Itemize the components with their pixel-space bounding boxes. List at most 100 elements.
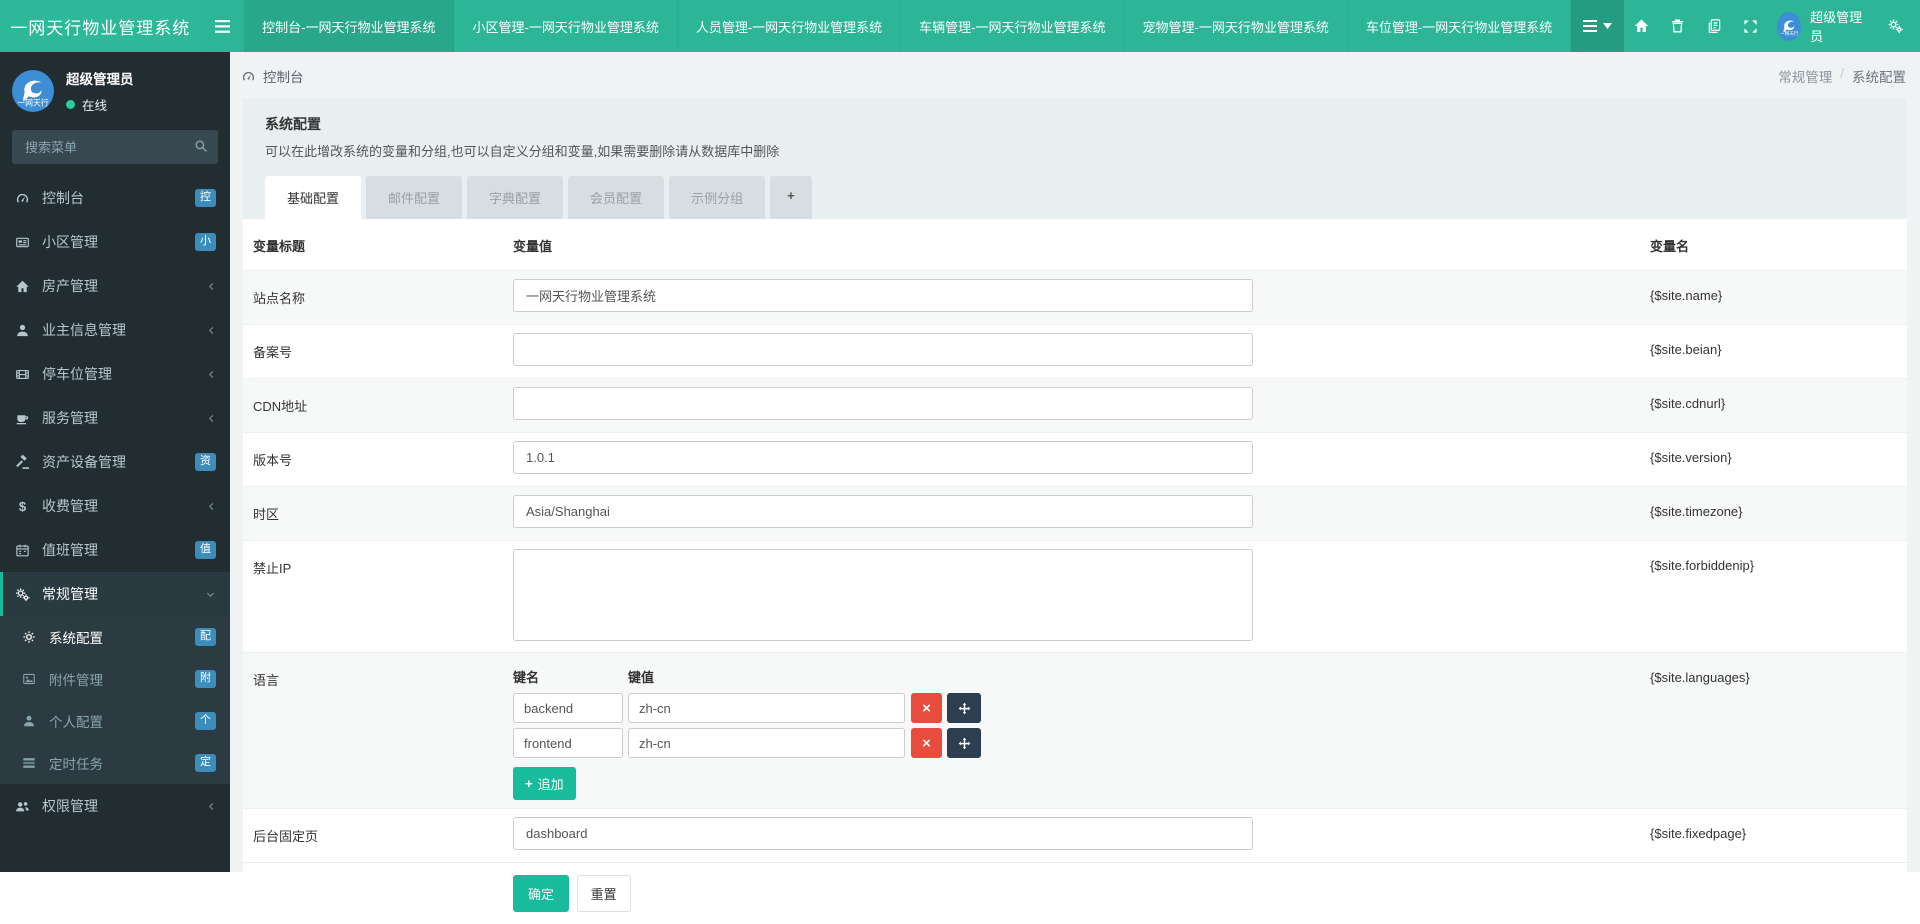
submit-button[interactable]: 确定 [513,875,569,912]
tab-basic-config[interactable]: 基础配置 [265,176,361,219]
menu-badge: 控 [195,189,216,206]
breadcrumb-home[interactable]: 控制台 [263,66,304,86]
window-tab-parking-space[interactable]: 车位管理-一网天行物业管理系统 [1348,0,1571,52]
menu-badge: 配 [195,628,216,645]
panel-heading: 系统配置 可以在此增改系统的变量和分组,也可以自定义分组和变量,如果需要删除请从… [243,98,1907,160]
sidebar-item-duty[interactable]: 值班管理 值 [0,528,230,572]
home-button[interactable] [1624,0,1660,52]
chevron-left-icon [207,325,216,336]
fullscreen-button[interactable] [1732,0,1768,52]
menu-badge: 附 [195,670,216,687]
chevron-down-icon [205,590,216,599]
table-row: 备案号 {$site.beian} [243,325,1907,379]
append-pair-button[interactable]: + 追加 [513,767,576,800]
lang-value-input[interactable] [628,728,905,758]
settings-button[interactable] [1887,18,1904,34]
menu-search-input[interactable] [12,130,218,164]
add-group-tab[interactable]: + [770,176,812,219]
online-dot-icon [66,100,75,109]
sidebar-item-service[interactable]: 服务管理 [0,396,230,440]
sidebar-toggle-button[interactable] [201,0,245,52]
site-name-input[interactable] [513,279,1253,312]
table-row: CDN地址 {$site.cdnurl} [243,379,1907,433]
window-tab-dashboard[interactable]: 控制台-一网天行物业管理系统 [244,0,454,52]
lang-key-input[interactable] [513,728,623,758]
field-label: CDN地址 [243,379,513,433]
sidebar-item-general[interactable]: 常规管理 系统配置 配 附件管理 附 个人配置 个 定时任务 [0,572,230,784]
sidebar-item-dashboard[interactable]: 控制台 控 [0,176,230,220]
window-tab-personnel[interactable]: 人员管理-一网天行物业管理系统 [678,0,901,52]
breadcrumb-left[interactable]: 控制台 [241,66,304,86]
sidebar-user-panel: 一网天行 超级管理员 在线 [0,52,230,128]
user-avatar[interactable]: 一网天行 [1777,12,1801,41]
beian-input[interactable] [513,333,1253,366]
app-brand: 一网天行物业管理系统 [0,0,201,52]
tabs-dropdown-button[interactable] [1571,0,1623,52]
sidebar-item-attachments[interactable]: 附件管理 附 [0,658,230,700]
drag-pair-button[interactable] [947,693,981,723]
config-panel: 系统配置 可以在此增改系统的变量和分组,也可以自定义分组和变量,如果需要删除请从… [243,98,1907,924]
breadcrumb: 常规管理 / 系统配置 [1778,66,1906,86]
sidebar-item-crontab[interactable]: 定时任务 定 [0,742,230,784]
sidebar-item-fees[interactable]: $ 收费管理 [0,484,230,528]
breadcrumb-parent[interactable]: 常规管理 [1778,66,1832,86]
dashboard-icon [15,191,42,206]
top-navbar: 一网天行物业管理系统 控制台-一网天行物业管理系统 小区管理-一网天行物业管理系… [0,0,1920,52]
sidebar-item-system-config[interactable]: 系统配置 配 [0,616,230,658]
users-group-icon [15,799,42,814]
refresh-pages-button[interactable] [1696,0,1732,52]
chevron-left-icon [207,501,216,512]
field-label: 时区 [243,487,513,541]
trash-icon [1670,18,1685,34]
film-icon [15,367,42,382]
timezone-input[interactable] [513,495,1253,528]
window-tab-pet[interactable]: 宠物管理-一网天行物业管理系统 [1125,0,1348,52]
forbidden-ip-textarea[interactable] [513,549,1253,641]
avatar-logo-text: 一网天行 [17,98,49,108]
reset-button[interactable]: 重置 [577,875,631,912]
tab-example-group[interactable]: 示例分组 [669,176,765,219]
tab-member-config[interactable]: 会员配置 [568,176,664,219]
panel-description: 可以在此增改系统的变量和分组,也可以自定义分组和变量,如果需要删除请从数据库中删… [265,141,1885,160]
tab-content: 变量标题 变量值 变量名 站点名称 {$site.name} 备案号 {$sit [243,219,1907,924]
sidebar-item-assets[interactable]: 资产设备管理 资 [0,440,230,484]
table-row: 版本号 {$site.version} [243,433,1907,487]
sidebar-item-property[interactable]: 房产管理 [0,264,230,308]
tasks-icon [22,756,49,770]
sidebar-item-profile-config[interactable]: 个人配置 个 [0,700,230,742]
tab-dictionary-config[interactable]: 字典配置 [467,176,563,219]
dollar-icon: $ [15,499,42,514]
topbar-username[interactable]: 超级管理员 [1810,7,1865,45]
sidebar-item-permissions[interactable]: 权限管理 [0,784,230,828]
variable-name: {$site.fixedpage} [1650,809,1907,863]
sidebar-item-parking[interactable]: 停车位管理 [0,352,230,396]
gear-icon [22,630,49,644]
sidebar-item-owner-info[interactable]: 业主信息管理 [0,308,230,352]
window-tab-community[interactable]: 小区管理-一网天行物业管理系统 [454,0,677,52]
table-row: 时区 {$site.timezone} [243,487,1907,541]
clear-cache-button[interactable] [1660,0,1696,52]
lang-value-input[interactable] [628,693,905,723]
move-arrows-icon [958,737,971,750]
drag-pair-button[interactable] [947,728,981,758]
menu-badge: 小 [195,233,216,250]
caret-down-icon [1603,23,1612,29]
coffee-icon [15,411,42,426]
cdn-url-input[interactable] [513,387,1253,420]
version-input[interactable] [513,441,1253,474]
table-row: 后台固定页 {$site.fixedpage} [243,809,1907,863]
tab-mail-config[interactable]: 邮件配置 [366,176,462,219]
sidebar-item-community[interactable]: 小区管理 小 [0,220,230,264]
column-header-value: 变量值 [513,219,1650,271]
fixed-page-input[interactable] [513,817,1253,850]
search-icon [194,139,208,153]
delete-pair-button[interactable]: × [911,728,942,758]
delete-pair-button[interactable]: × [911,693,942,723]
sidebar-menu: 控制台 控 小区管理 小 房产管理 业主信息管理 停车位管理 服务管理 资产设备… [0,176,230,828]
window-tab-vehicle[interactable]: 车辆管理-一网天行物业管理系统 [901,0,1124,52]
variable-name: {$site.languages} [1650,653,1907,809]
window-tabs: 控制台-一网天行物业管理系统 小区管理-一网天行物业管理系统 人员管理-一网天行… [244,0,1571,52]
breadcrumb-separator: / [1840,66,1844,86]
remove-icon: × [922,700,931,717]
lang-key-input[interactable] [513,693,623,723]
